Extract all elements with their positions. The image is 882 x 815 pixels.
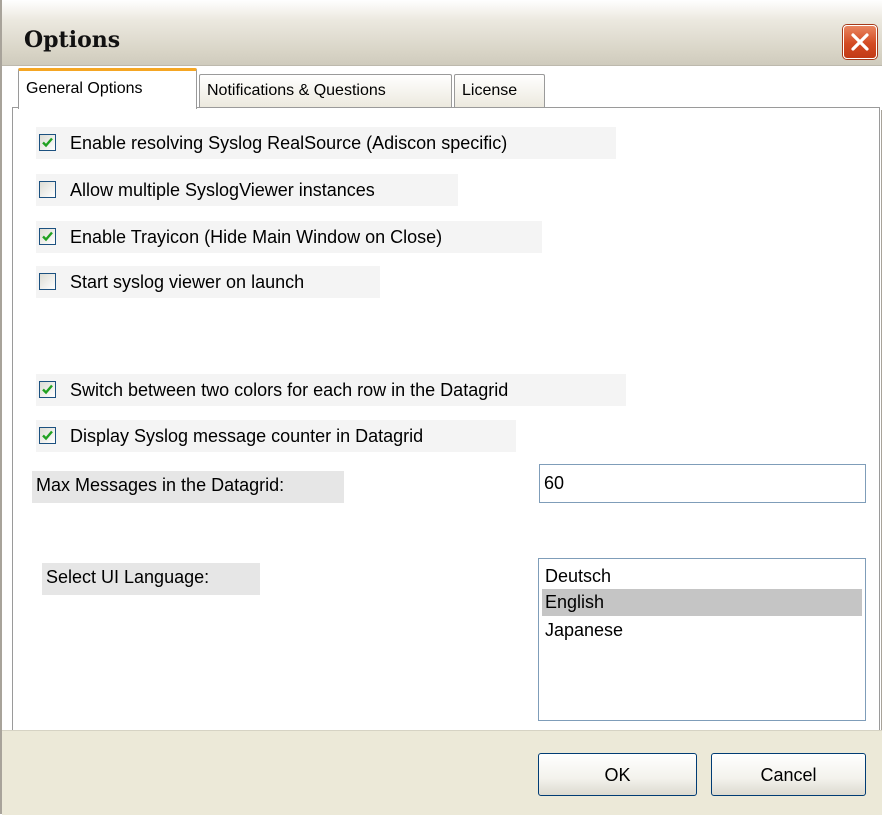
checkbox-box[interactable]: [39, 228, 56, 245]
tab-general-options[interactable]: General Options: [18, 68, 197, 109]
title-bar[interactable]: Options: [2, 0, 882, 66]
ui-language-label: Select UI Language:: [42, 563, 260, 595]
language-option-english[interactable]: English: [542, 589, 862, 616]
options-dialog: Options General Options Notifications & …: [0, 0, 882, 815]
max-messages-label: Max Messages in the Datagrid:: [32, 471, 344, 503]
checkbox-alternate-row-colors[interactable]: Switch between two colors for each row i…: [36, 374, 626, 406]
checkbox-label: Display Syslog message counter in Datagr…: [70, 426, 424, 446]
checkbox-allow-multiple-instances[interactable]: Allow multiple SyslogViewer instances: [36, 174, 458, 206]
checkbox-box[interactable]: [39, 273, 56, 290]
cancel-button[interactable]: Cancel: [711, 753, 866, 796]
max-messages-input[interactable]: 60: [539, 464, 866, 503]
ok-button[interactable]: OK: [538, 753, 697, 796]
checkbox-box[interactable]: [39, 134, 56, 151]
checkbox-label: Enable resolving Syslog RealSource (Adis…: [70, 133, 508, 153]
language-option-deutsch[interactable]: Deutsch: [542, 563, 862, 590]
checkbox-start-on-launch[interactable]: Start syslog viewer on launch: [36, 266, 380, 298]
checkbox-label: Allow multiple SyslogViewer instances: [70, 180, 375, 200]
checkbox-box[interactable]: [39, 427, 56, 444]
language-option-japanese[interactable]: Japanese: [542, 617, 862, 644]
checkbox-box[interactable]: [39, 181, 56, 198]
close-button[interactable]: [843, 25, 877, 59]
checkbox-box[interactable]: [39, 381, 56, 398]
checkbox-enable-trayicon[interactable]: Enable Trayicon (Hide Main Window on Clo…: [36, 221, 542, 253]
checkbox-label: Enable Trayicon (Hide Main Window on Clo…: [70, 227, 443, 247]
checkbox-label: Start syslog viewer on launch: [70, 272, 305, 292]
tab-license[interactable]: License: [454, 74, 545, 107]
checkbox-label: Switch between two colors for each row i…: [70, 380, 509, 400]
window-title: Options: [24, 27, 121, 53]
checkbox-resolve-realsource[interactable]: Enable resolving Syslog RealSource (Adis…: [36, 127, 616, 159]
ui-language-listbox[interactable]: Deutsch English Japanese: [538, 558, 866, 721]
tab-notifications-questions[interactable]: Notifications & Questions: [199, 74, 452, 107]
checkbox-message-counter[interactable]: Display Syslog message counter in Datagr…: [36, 420, 516, 452]
